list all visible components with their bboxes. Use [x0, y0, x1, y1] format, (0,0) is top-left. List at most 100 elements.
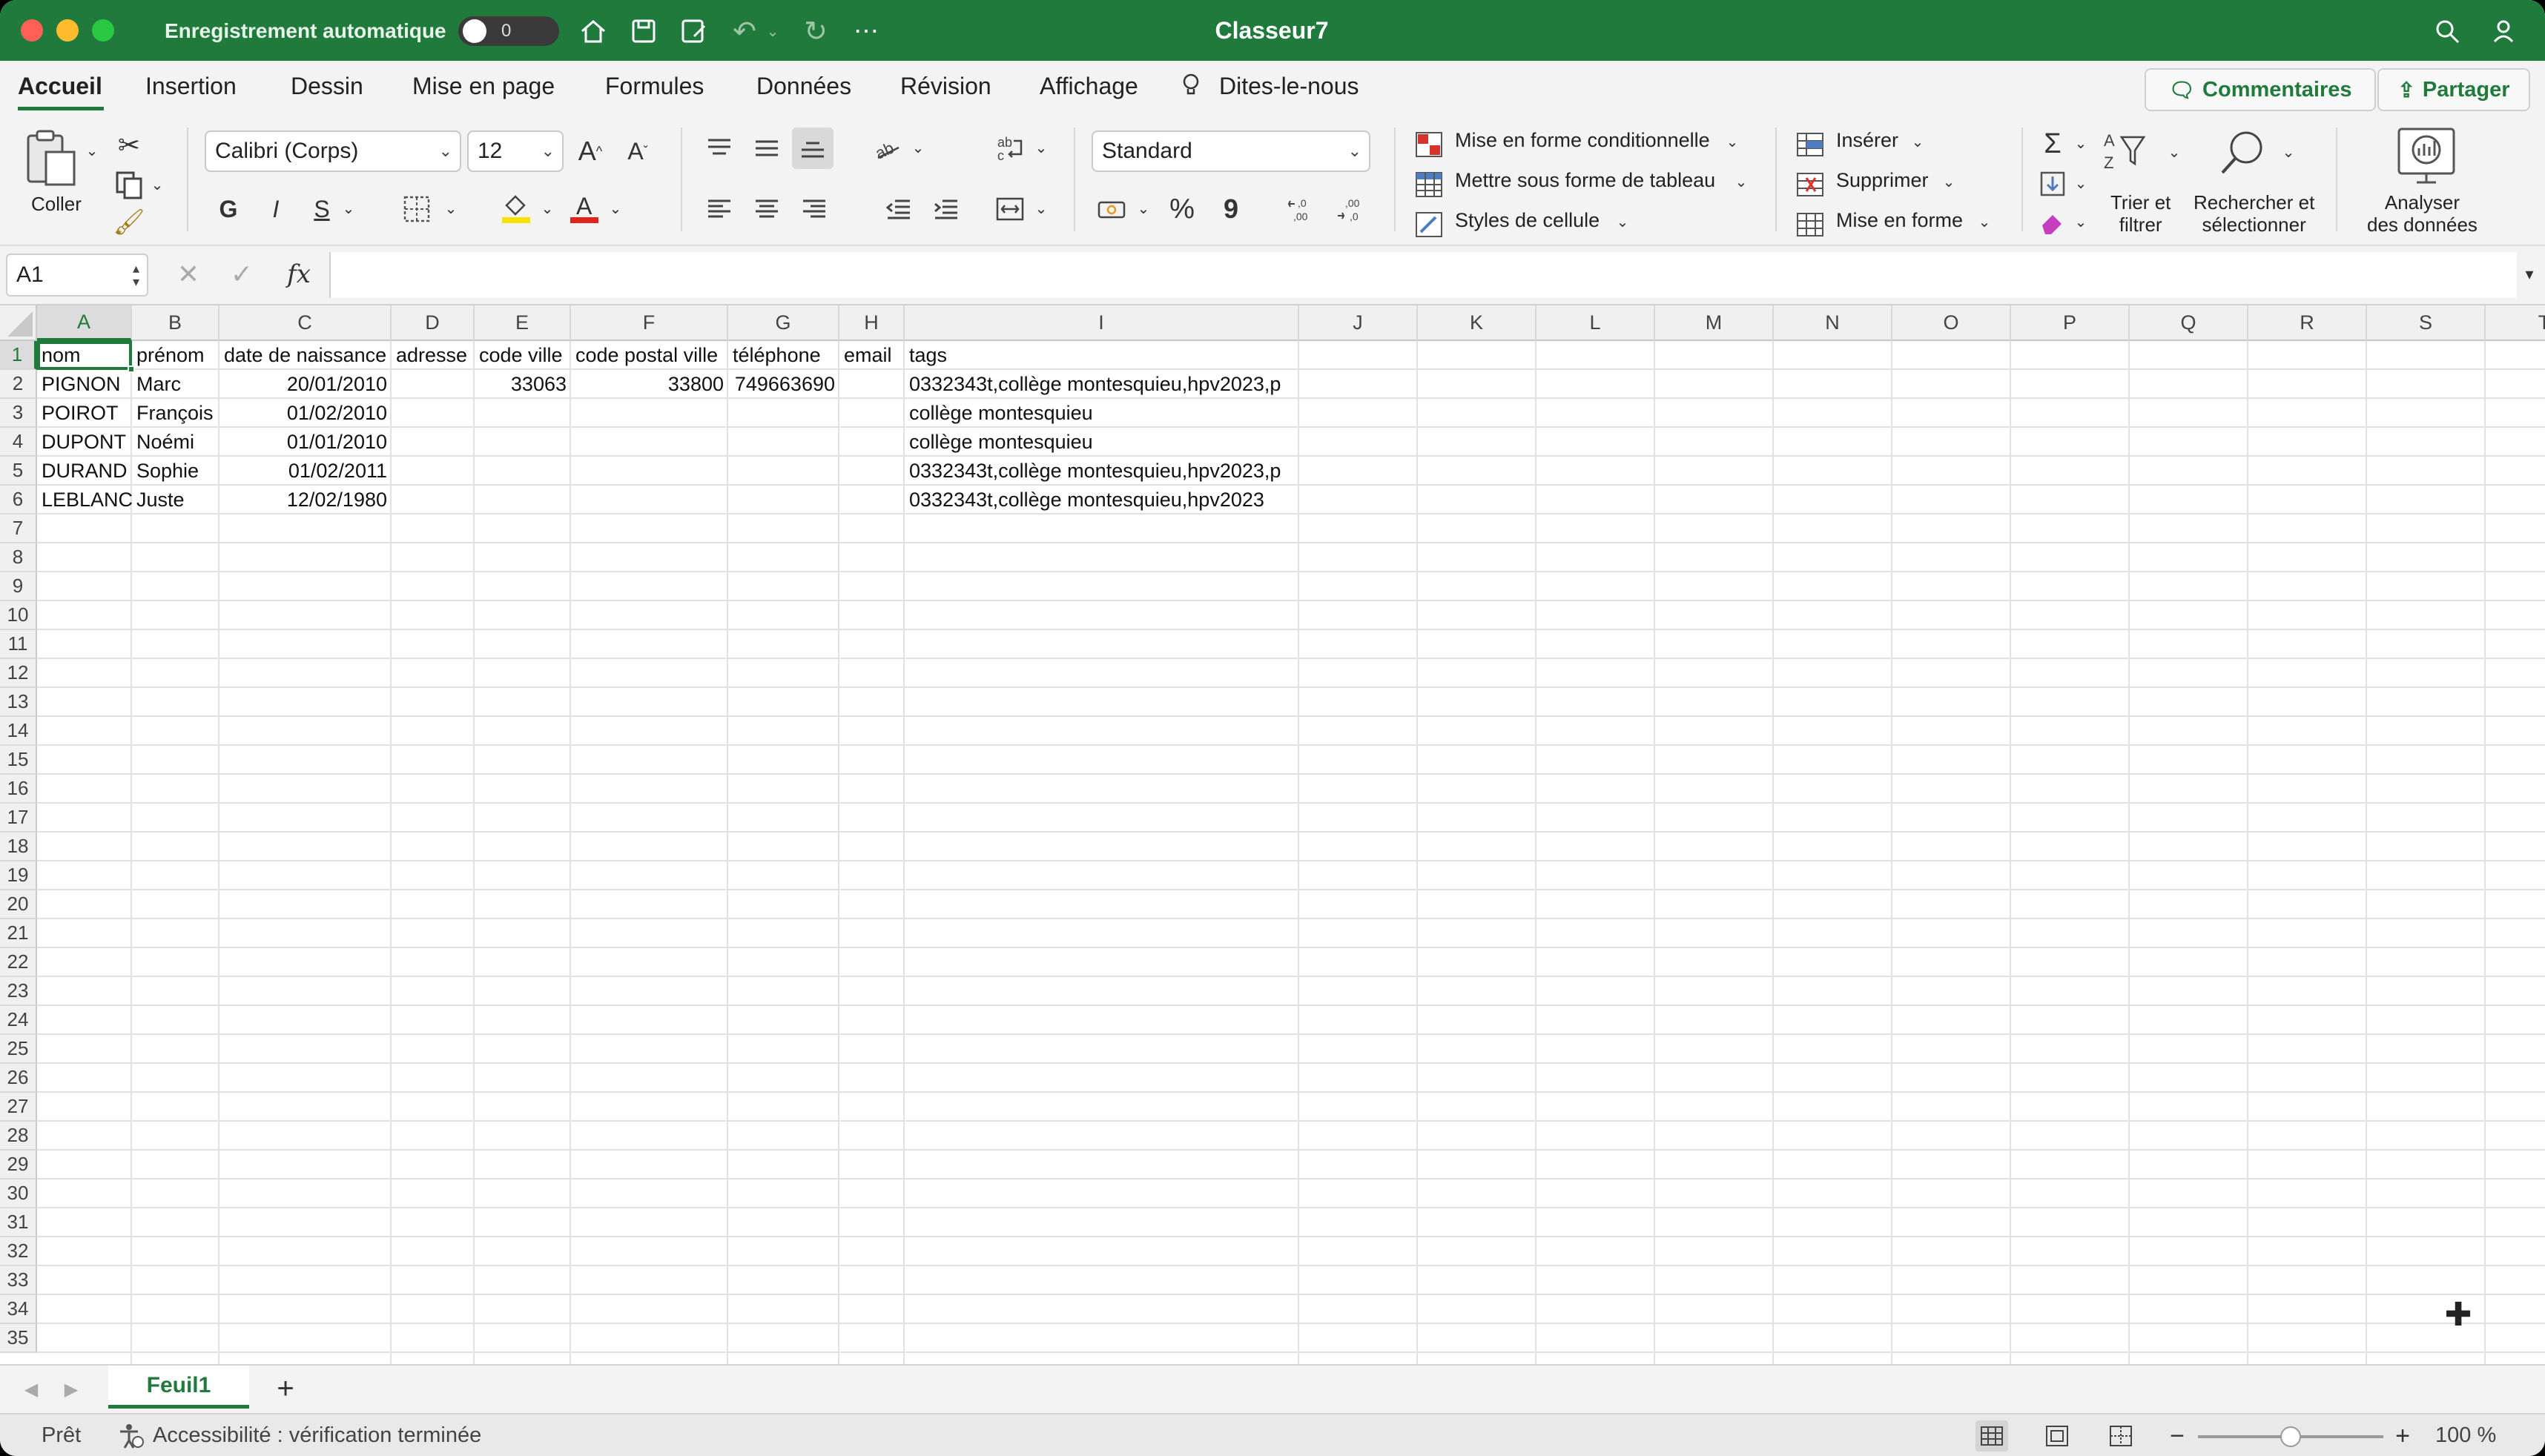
row-header-16[interactable]: 16: [0, 775, 37, 804]
tab-mise-en-page[interactable]: Mise en page: [412, 73, 555, 100]
autosum-dropdown-icon[interactable]: ⌄: [2072, 132, 2090, 154]
name-box[interactable]: A1 ▴ ▾: [6, 254, 148, 297]
sort-filter-dropdown-icon[interactable]: ⌄: [2165, 141, 2183, 163]
row-header-14[interactable]: 14: [0, 717, 37, 746]
scroll-sheets-left-icon[interactable]: ◀: [18, 1376, 44, 1403]
font-size-select[interactable]: 12 ⌄: [467, 130, 564, 172]
column-header-r[interactable]: R: [2248, 305, 2367, 341]
find-select-label[interactable]: Rechercher et sélectionner: [2194, 191, 2314, 236]
zoom-window-button[interactable]: [92, 19, 114, 42]
row-header-26[interactable]: 26: [0, 1064, 37, 1093]
bold-button[interactable]: G: [211, 191, 246, 227]
autosave-toggle[interactable]: 0: [458, 16, 559, 46]
cut-icon[interactable]: ✂: [113, 129, 145, 162]
minimize-window-button[interactable]: [56, 19, 79, 42]
cell-a5[interactable]: DURAND: [37, 457, 132, 486]
select-all-corner[interactable]: [0, 305, 37, 341]
percent-button[interactable]: %: [1163, 191, 1201, 227]
normal-view-icon[interactable]: [1975, 1420, 2008, 1452]
format-cells-icon[interactable]: [1795, 209, 1826, 240]
add-sheet-button[interactable]: +: [268, 1371, 303, 1406]
fill-dropdown-icon[interactable]: ⌄: [2072, 172, 2090, 194]
italic-button[interactable]: I: [258, 191, 294, 227]
column-header-h[interactable]: H: [839, 305, 905, 341]
row-header-12[interactable]: 12: [0, 659, 37, 688]
tell-me-search[interactable]: Dites-le-nous: [1219, 73, 1359, 100]
row-header-9[interactable]: 9: [0, 572, 37, 601]
column-header-p[interactable]: P: [2011, 305, 2130, 341]
column-header-l[interactable]: L: [1536, 305, 1655, 341]
row-header-8[interactable]: 8: [0, 543, 37, 572]
cell-e2[interactable]: 33063: [475, 370, 571, 399]
row-header-31[interactable]: 31: [0, 1208, 37, 1237]
tab-affichage[interactable]: Affichage: [1040, 73, 1138, 100]
format-as-table-dropdown-icon[interactable]: ⌄: [1732, 171, 1750, 193]
tab-accueil[interactable]: Accueil: [18, 73, 102, 100]
sheet-tab-feuil1[interactable]: Feuil1: [108, 1366, 249, 1409]
align-middle-icon[interactable]: [747, 130, 786, 166]
align-top-icon[interactable]: [700, 130, 739, 166]
scroll-sheets-right-icon[interactable]: ▶: [58, 1376, 85, 1403]
cell-f1[interactable]: code postal ville: [571, 341, 722, 370]
autosum-icon[interactable]: Σ: [2036, 128, 2069, 160]
format-as-table-icon[interactable]: [1413, 169, 1445, 200]
selected-cell-a1[interactable]: [37, 341, 132, 370]
cell-b5[interactable]: Sophie: [132, 457, 203, 486]
cancel-formula-icon[interactable]: ✕: [174, 258, 203, 291]
row-header-1[interactable]: 1: [0, 341, 37, 370]
row-header-22[interactable]: 22: [0, 948, 37, 977]
accessibility-status[interactable]: Accessibilité : vérification terminée: [153, 1423, 481, 1448]
column-header-j[interactable]: J: [1299, 305, 1418, 341]
insert-cells-icon[interactable]: [1795, 129, 1826, 160]
undo-icon[interactable]: ↶: [728, 15, 761, 47]
cell-b3[interactable]: François: [132, 399, 218, 428]
wrap-text-icon[interactable]: ab c: [991, 130, 1029, 166]
currency-dropdown-icon[interactable]: ⌄: [1135, 197, 1152, 219]
cell-styles-dropdown-icon[interactable]: ⌄: [1614, 211, 1631, 233]
row-header-15[interactable]: 15: [0, 746, 37, 775]
underline-dropdown-icon[interactable]: ⌄: [340, 197, 357, 219]
close-window-button[interactable]: [21, 19, 43, 42]
column-header-d[interactable]: D: [392, 305, 475, 341]
share-button[interactable]: ⇪ Partager: [2377, 68, 2530, 111]
fill-color-dropdown-icon[interactable]: ⌄: [538, 197, 556, 219]
decrease-indent-icon[interactable]: [879, 191, 918, 227]
find-select-icon[interactable]: [2217, 128, 2269, 179]
tab-formules[interactable]: Formules: [605, 73, 704, 100]
cell-i5[interactable]: 0332343t,collège montesquieu,hpv2023,p: [905, 457, 1285, 486]
column-header-t[interactable]: T: [2486, 305, 2545, 341]
row-header-34[interactable]: 34: [0, 1295, 37, 1324]
column-header-n[interactable]: N: [1774, 305, 1892, 341]
merge-center-icon[interactable]: [991, 191, 1029, 227]
confirm-formula-icon[interactable]: ✓: [227, 258, 257, 291]
copy-dropdown-icon[interactable]: ⌄: [148, 173, 166, 196]
clear-icon[interactable]: [2036, 206, 2069, 239]
column-header-g[interactable]: G: [728, 305, 839, 341]
row-header-25[interactable]: 25: [0, 1035, 37, 1064]
paste-dropdown-icon[interactable]: ⌄: [83, 139, 101, 162]
row-header-29[interactable]: 29: [0, 1151, 37, 1179]
insert-function-button[interactable]: fx: [282, 257, 316, 292]
orientation-dropdown-icon[interactable]: ⌄: [909, 136, 927, 159]
account-icon[interactable]: [2490, 15, 2523, 47]
cell-c4[interactable]: 01/01/2010: [219, 428, 392, 457]
underline-button[interactable]: S: [307, 191, 337, 227]
column-header-q[interactable]: Q: [2130, 305, 2248, 341]
fill-icon[interactable]: [2036, 168, 2069, 200]
column-header-f[interactable]: F: [571, 305, 728, 341]
page-layout-view-icon[interactable]: [2041, 1420, 2073, 1452]
cell-styles-label[interactable]: Styles de cellule: [1455, 209, 1600, 232]
row-header-21[interactable]: 21: [0, 919, 37, 948]
row-header-13[interactable]: 13: [0, 688, 37, 717]
format-dropdown-icon[interactable]: ⌄: [1975, 211, 1993, 233]
format-as-table-label[interactable]: Mettre sous forme de tableau: [1455, 169, 1715, 192]
cell-c3[interactable]: 01/02/2010: [219, 399, 392, 428]
save-as-icon[interactable]: [678, 15, 710, 47]
cell-g2[interactable]: 749663690: [728, 370, 839, 399]
row-header-6[interactable]: 6: [0, 486, 37, 514]
row-header-3[interactable]: 3: [0, 399, 37, 428]
conditional-format-dropdown-icon[interactable]: ⌄: [1723, 130, 1741, 153]
cell-i1[interactable]: tags: [905, 341, 951, 370]
align-bottom-icon[interactable]: [792, 128, 834, 169]
row-header-23[interactable]: 23: [0, 977, 37, 1006]
